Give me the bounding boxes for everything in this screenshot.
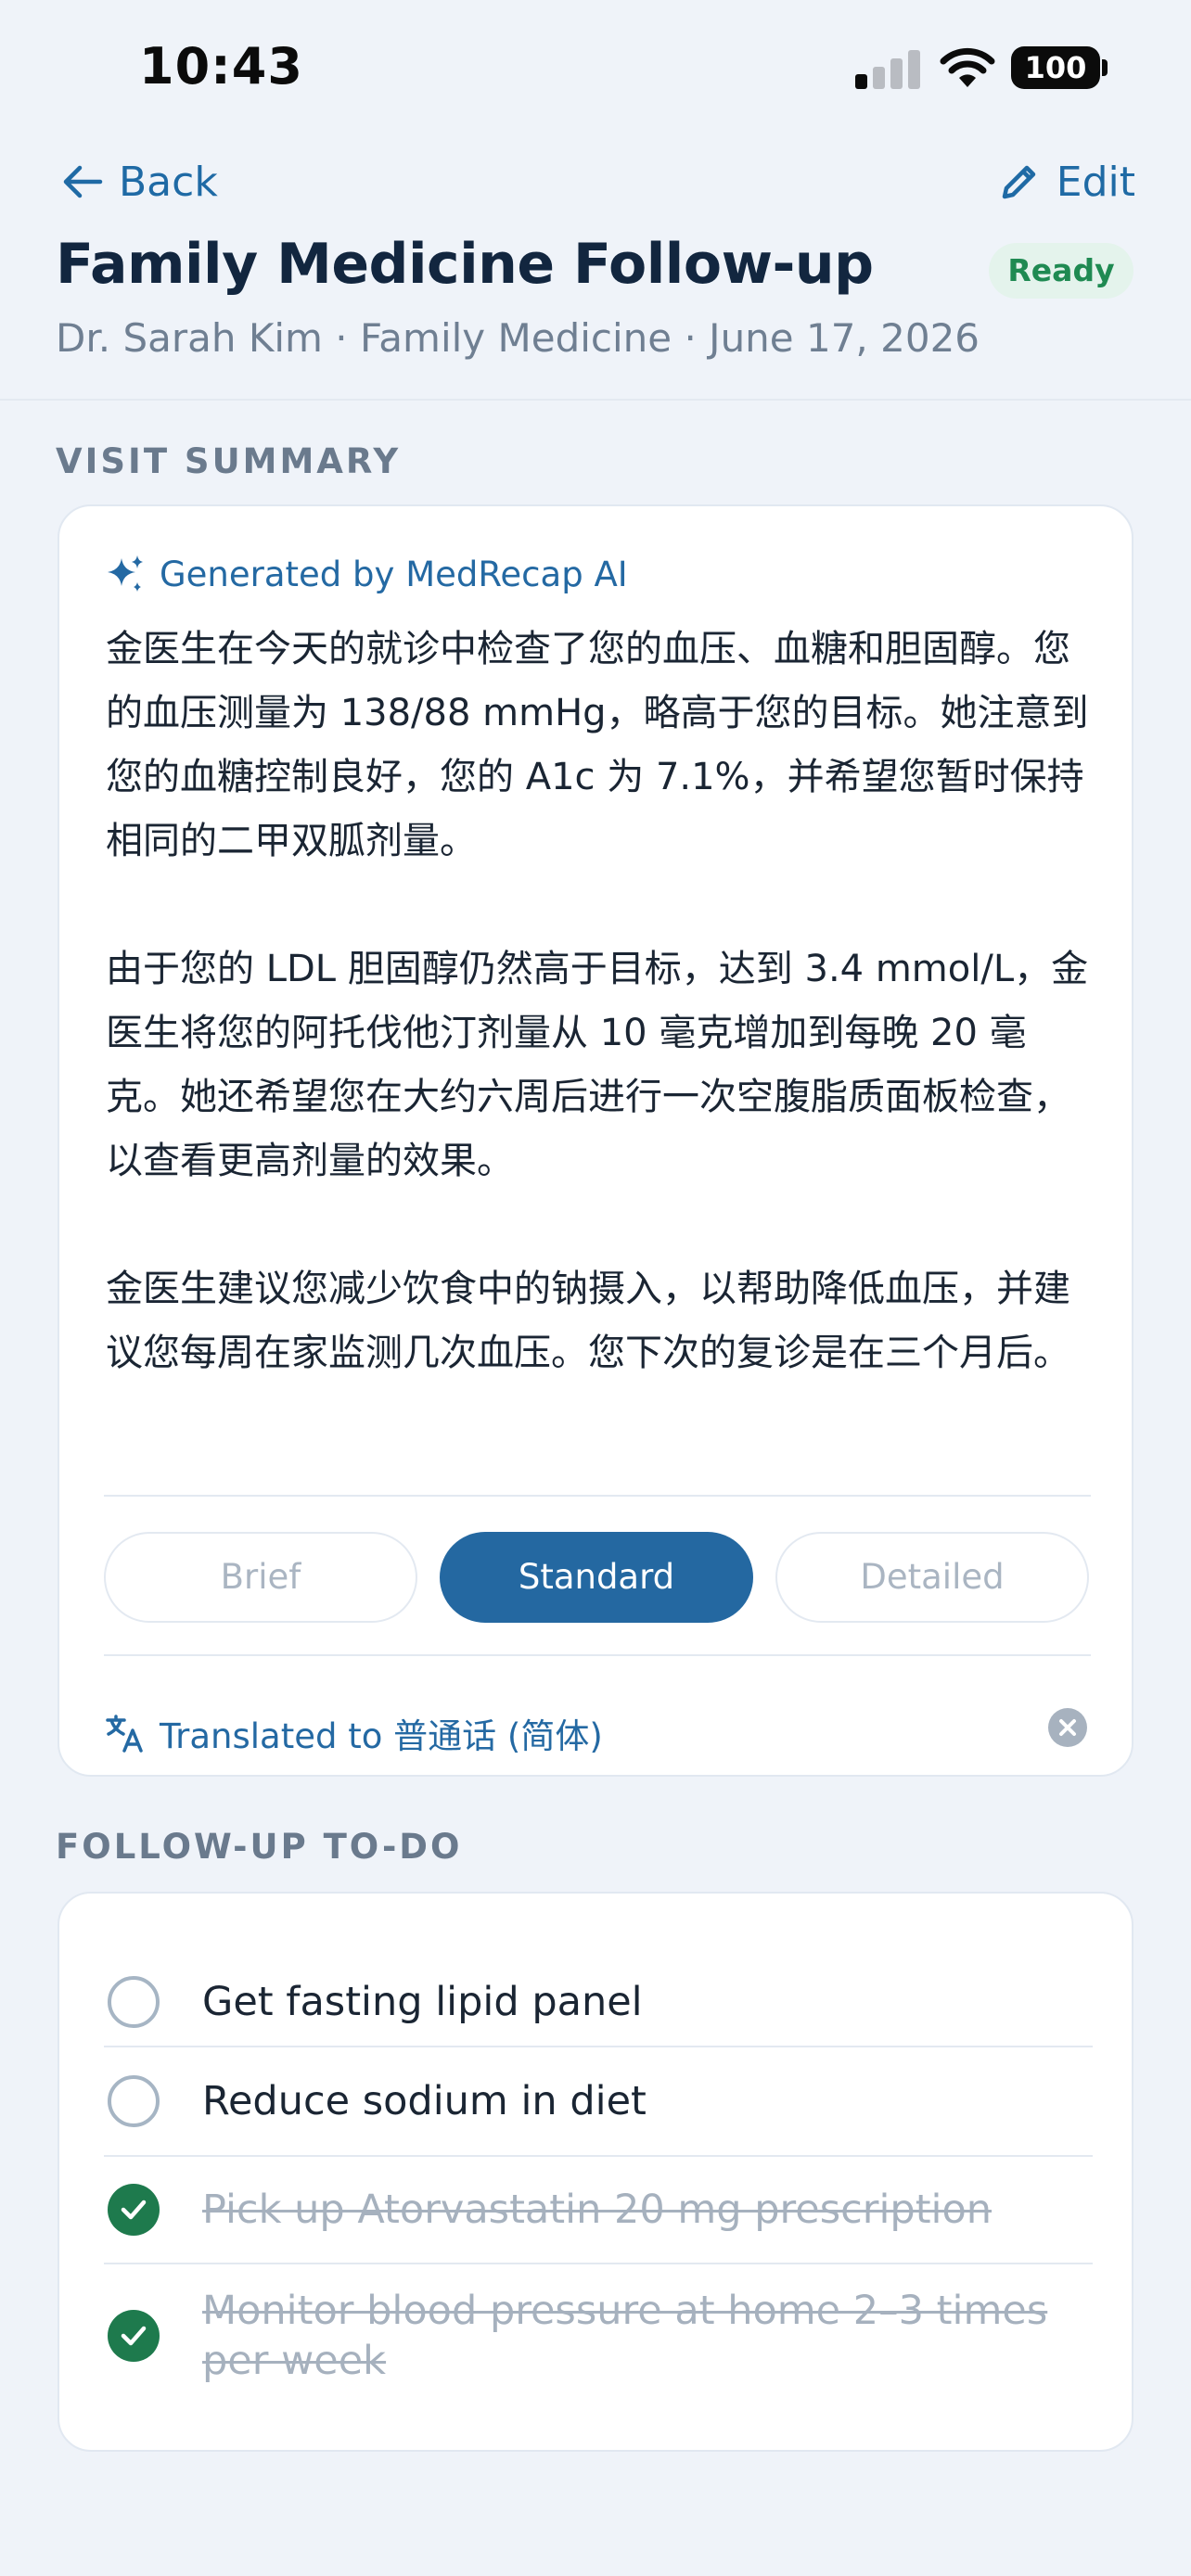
translation-text: Translated to 普通话 (简体) xyxy=(160,1716,603,1756)
translation-divider xyxy=(104,1654,1091,1656)
todo-item[interactable]: Monitor blood pressure at home 2–3 times… xyxy=(104,2264,1093,2407)
page-title: Family Medicine Follow-up xyxy=(56,232,874,297)
visit-summary-card: Generated by MedRecap AI 金医生在今天的就诊中检查了您的… xyxy=(58,504,1133,1777)
todo-item[interactable]: Reduce sodium in diet xyxy=(104,2047,1093,2155)
arrow-left-icon xyxy=(63,165,103,198)
translate-icon xyxy=(106,1715,143,1753)
battery-icon: 100 xyxy=(1011,46,1100,89)
visit-subtitle: Dr. Sarah Kim · Family Medicine · June 1… xyxy=(56,315,980,361)
cellular-signal-icon xyxy=(855,48,920,89)
status-bar: 10:43 100 xyxy=(0,0,1191,139)
edit-label: Edit xyxy=(1056,158,1135,206)
battery-nub xyxy=(1102,59,1108,76)
back-label: Back xyxy=(119,158,218,206)
pencil-icon xyxy=(1002,165,1036,199)
header-divider xyxy=(0,399,1191,401)
todo-label: Get fasting lipid panel xyxy=(202,1979,643,2025)
summary-paragraph: 由于您的 LDL 胆固醇仍然高于目标，达到 3.4 mmol/L，金医生将您的阿… xyxy=(106,948,1089,1182)
unchecked-circle-icon[interactable] xyxy=(108,2075,160,2127)
clear-translation-button[interactable] xyxy=(1048,1708,1087,1747)
translation-label: Translated to 普通话 (简体) xyxy=(104,1708,603,1758)
todo-label: Monitor blood pressure at home 2–3 times… xyxy=(202,2288,1048,2384)
checkmark-circle-icon[interactable] xyxy=(108,2184,160,2236)
close-icon xyxy=(1059,1719,1076,1736)
edit-button[interactable]: Edit xyxy=(997,154,1135,210)
sparkles-icon xyxy=(108,555,143,592)
todo-label: Pick up Atorvastatin 20 mg prescription xyxy=(202,2187,992,2233)
ai-generated-label: Generated by MedRecap AI xyxy=(104,553,628,595)
todo-card: Get fasting lipid panel Reduce sodium in… xyxy=(58,1892,1133,2452)
checkmark-circle-icon[interactable] xyxy=(108,2310,160,2362)
todo-item[interactable]: Pick up Atorvastatin 20 mg prescription xyxy=(104,2157,1093,2263)
visit-summary-heading: VISIT SUMMARY xyxy=(56,441,402,481)
generated-by-text: Generated by MedRecap AI xyxy=(160,554,628,594)
checkmark-icon xyxy=(121,2326,147,2346)
level-brief-button[interactable]: Brief xyxy=(104,1532,417,1623)
status-badge: Ready xyxy=(989,243,1133,299)
summary-text: 金医生在今天的就诊中检查了您的血压、血糖和胆固醇。您的血压测量为 138/88 … xyxy=(106,618,1095,1385)
wifi-icon xyxy=(940,47,995,87)
status-time: 10:43 xyxy=(139,37,303,96)
checkmark-icon xyxy=(121,2200,147,2220)
summary-divider xyxy=(104,1495,1091,1497)
summary-paragraph: 金医生建议您减少饮食中的钠摄入，以帮助降低血压，并建议您每周在家监测几次血压。您… xyxy=(106,1268,1070,1374)
level-detailed-button[interactable]: Detailed xyxy=(775,1532,1089,1623)
unchecked-circle-icon[interactable] xyxy=(108,1976,160,2028)
todo-label: Reduce sodium in diet xyxy=(202,2078,647,2124)
summary-paragraph: 金医生在今天的就诊中检查了您的血压、血糖和胆固醇。您的血压测量为 138/88 … xyxy=(106,628,1089,862)
back-button[interactable]: Back xyxy=(59,154,218,210)
level-standard-button[interactable]: Standard xyxy=(440,1532,753,1623)
todo-heading: FOLLOW-UP TO-DO xyxy=(56,1827,463,1867)
